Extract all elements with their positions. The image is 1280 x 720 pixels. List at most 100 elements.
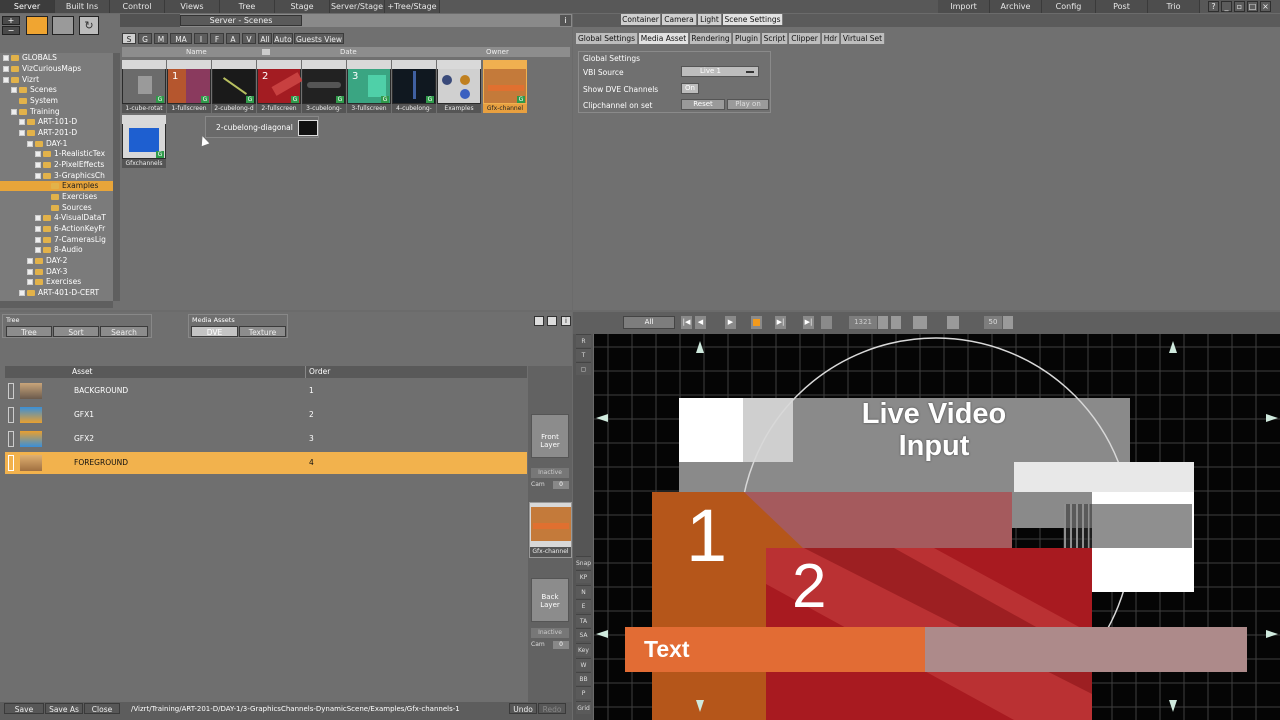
- tool-w[interactable]: W: [576, 658, 591, 671]
- dve-toggle[interactable]: On: [681, 83, 699, 94]
- tree-node[interactable]: ART-101-D: [0, 117, 113, 127]
- tab-control[interactable]: Control: [110, 0, 165, 13]
- tree-node[interactable]: 7-CamerasLig: [0, 235, 113, 245]
- scene-thumb[interactable]: Examples: [437, 60, 481, 113]
- tree-node[interactable]: 1-RealisticTex: [0, 149, 113, 159]
- col-date[interactable]: Date: [340, 47, 357, 57]
- tool-r[interactable]: R: [576, 334, 591, 347]
- tree-node-selected[interactable]: Examples: [0, 181, 113, 191]
- tab-tree[interactable]: Tree: [220, 0, 275, 13]
- reset-button[interactable]: Reset: [681, 99, 725, 110]
- stop-icon[interactable]: [751, 316, 762, 329]
- tool-snap[interactable]: Snap: [576, 556, 591, 569]
- close-button[interactable]: Close: [84, 703, 120, 714]
- texture-button[interactable]: Texture: [239, 326, 286, 337]
- tool-ta[interactable]: TA: [576, 614, 591, 627]
- scene-thumb[interactable]: 2 G 2-fullscreen: [257, 60, 303, 113]
- scene-thumb[interactable]: G 4-cubelong-: [392, 60, 436, 113]
- tree-node[interactable]: Scenes: [0, 85, 113, 95]
- step-forward-icon[interactable]: ▶|: [775, 316, 786, 329]
- tree-node[interactable]: ART-201-D: [0, 128, 113, 138]
- front-cam-field[interactable]: 0: [553, 481, 569, 489]
- tree-node[interactable]: DAY-1: [0, 139, 113, 149]
- table-row[interactable]: GFX2 3: [5, 428, 527, 450]
- scene-thumb[interactable]: G 1-cube-rotat: [122, 60, 166, 113]
- filter-g[interactable]: G: [138, 33, 152, 44]
- tree-node[interactable]: 8-Audio: [0, 245, 113, 255]
- search-button[interactable]: Search: [100, 326, 148, 337]
- tab-post[interactable]: Post: [1096, 0, 1148, 13]
- frame-stepper[interactable]: [878, 316, 888, 329]
- vbi-source-select[interactable]: Live 1: [681, 66, 759, 77]
- scene-thumb[interactable]: 3 G 3-fullscreen: [347, 60, 391, 113]
- tree-node[interactable]: GLOBALS: [0, 53, 113, 63]
- tree-node[interactable]: 3-GraphicsCh: [0, 171, 113, 181]
- filter-m[interactable]: M: [154, 33, 168, 44]
- play-on-button[interactable]: Play on: [727, 99, 769, 110]
- tool-n[interactable]: N: [576, 585, 591, 598]
- tool-e[interactable]: E: [576, 599, 591, 612]
- tree-node[interactable]: System: [0, 96, 113, 106]
- marker-icon[interactable]: [947, 316, 959, 329]
- minimize-icon[interactable]: _: [1221, 1, 1232, 12]
- subtab-script[interactable]: Script: [762, 33, 788, 44]
- grid-view-icon[interactable]: [52, 16, 74, 35]
- tab-config[interactable]: Config: [1042, 0, 1096, 13]
- tree-node[interactable]: VizCuriousMaps: [0, 64, 113, 74]
- scene-thumb[interactable]: G 2-cubelong-d: [212, 60, 256, 113]
- back-layer-slot[interactable]: Back Layer: [531, 578, 569, 622]
- subtab-plugin[interactable]: Plugin: [733, 33, 761, 44]
- tree-node[interactable]: DAY-2: [0, 256, 113, 266]
- info-icon[interactable]: i: [560, 15, 571, 26]
- tab-light[interactable]: Light: [698, 14, 722, 25]
- col-asset[interactable]: Asset: [72, 366, 93, 378]
- tree-node[interactable]: DAY-3: [0, 267, 113, 277]
- render-view[interactable]: Live Video Input 1 2 Text: [594, 334, 1280, 720]
- tool-t[interactable]: T: [576, 348, 591, 361]
- filter-all[interactable]: All: [258, 33, 272, 44]
- save-button[interactable]: Save: [4, 703, 44, 714]
- filter-ma[interactable]: MA: [170, 33, 192, 44]
- dve-button[interactable]: DVE: [191, 326, 238, 337]
- scene-thumb-selected[interactable]: G Gfx-channel: [483, 60, 527, 113]
- tool-square[interactable]: ▢: [576, 362, 591, 375]
- preview-icon[interactable]: [534, 316, 544, 326]
- fps-stepper[interactable]: [1003, 316, 1013, 329]
- col-owner[interactable]: Owner: [486, 47, 509, 57]
- tree-node[interactable]: 2-PixelEffects: [0, 160, 113, 170]
- subtab-clipper[interactable]: Clipper: [789, 33, 821, 44]
- tool-kp[interactable]: KP: [576, 570, 591, 583]
- tool-key[interactable]: Key: [576, 643, 591, 656]
- tree-button[interactable]: Tree: [6, 326, 52, 337]
- tab-scene-settings[interactable]: Scene Settings: [723, 14, 783, 25]
- subtab-rendering[interactable]: Rendering: [690, 33, 732, 44]
- tab-trio[interactable]: Trio: [1148, 0, 1200, 13]
- close-icon[interactable]: ×: [1260, 1, 1271, 12]
- tree-node[interactable]: Exercises: [0, 277, 113, 287]
- table-row-selected[interactable]: FOREGROUND 4: [5, 452, 527, 474]
- tree-node[interactable]: ART-401-D-CERT: [0, 288, 113, 298]
- tree-node[interactable]: Sources: [0, 203, 113, 213]
- window-icon[interactable]: ▫: [1234, 1, 1245, 12]
- tool-p[interactable]: P: [576, 686, 591, 699]
- redo-button[interactable]: Redo: [538, 703, 566, 714]
- tree-node[interactable]: 6-ActionKeyFr: [0, 224, 113, 234]
- layer-select[interactable]: All: [623, 316, 675, 329]
- tree-node[interactable]: Exercises: [0, 192, 113, 202]
- tree-hscrollbar[interactable]: [0, 301, 113, 308]
- subtab-global-settings[interactable]: Global Settings: [576, 33, 638, 44]
- scene-thumb[interactable]: G Gfxchannels: [122, 115, 166, 168]
- collapse-icon[interactable]: −: [2, 26, 20, 35]
- tab-container[interactable]: Container: [621, 14, 661, 25]
- scene-icon[interactable]: [26, 16, 48, 35]
- sort-icon[interactable]: [262, 49, 270, 55]
- help-icon[interactable]: ?: [1208, 1, 1219, 12]
- filter-auto[interactable]: Auto: [273, 33, 293, 44]
- expand-icon[interactable]: +: [2, 16, 20, 25]
- tree-node[interactable]: 4-VisualDataT: [0, 213, 113, 223]
- fps-field[interactable]: 50: [984, 316, 1002, 329]
- gfx-channel-slot[interactable]: Gfx-channel: [529, 502, 572, 558]
- scene-thumb[interactable]: 1 G 1-fullscreen: [167, 60, 211, 113]
- subtab-virtual-set[interactable]: Virtual Set: [841, 33, 885, 44]
- fullscreen-icon[interactable]: □: [1247, 1, 1258, 12]
